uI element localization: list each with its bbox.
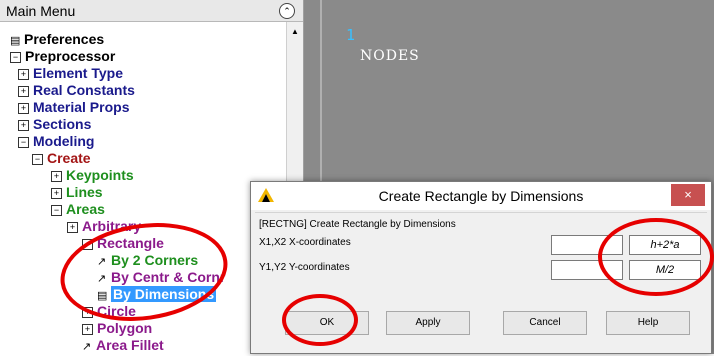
collapse-toggle-icon[interactable]: − — [10, 52, 21, 63]
help-button[interactable]: Help — [606, 311, 690, 335]
menu-item-preprocessor[interactable]: − Preprocessor — [10, 48, 115, 65]
menu-item-polygon[interactable]: + Polygon — [82, 320, 152, 337]
x2-input[interactable] — [629, 235, 701, 255]
window-number: 1 — [346, 26, 356, 44]
menu-item-element-type[interactable]: + Element Type — [18, 65, 123, 82]
menu-item-areas[interactable]: − Areas — [51, 201, 105, 218]
menu-item-modeling[interactable]: − Modeling — [18, 133, 94, 150]
menu-item-lines[interactable]: + Lines — [51, 184, 103, 201]
expand-toggle-icon[interactable]: + — [82, 307, 93, 318]
menu-item-by-2-corners[interactable]: ↗ By 2 Corners — [97, 252, 198, 269]
menu-item-rectangle[interactable]: − Rectangle — [82, 235, 164, 252]
main-menu-title: Main Menu — [6, 3, 76, 19]
menu-item-material-props[interactable]: + Material Props — [18, 99, 129, 116]
menu-item-area-fillet[interactable]: ↗ Area Fillet — [82, 337, 164, 354]
action-arrow-icon: ↗ — [82, 341, 92, 353]
menu-item-keypoints[interactable]: + Keypoints — [51, 167, 134, 184]
collapse-toggle-icon[interactable]: − — [32, 154, 43, 165]
expand-toggle-icon[interactable]: + — [18, 86, 29, 97]
expand-toggle-icon[interactable]: + — [67, 222, 78, 233]
y2-input[interactable] — [629, 260, 701, 280]
menu-item-by-dimensions[interactable]: ▤ By Dimensions — [97, 286, 217, 303]
dialog-title: Create Rectangle by Dimensions — [378, 188, 584, 204]
apply-button[interactable]: Apply — [386, 311, 470, 335]
command-header-label: [RECTNG] Create Rectangle by Dimensions — [259, 219, 456, 230]
cancel-button[interactable]: Cancel — [503, 311, 587, 335]
menu-item-arbitrary[interactable]: + Arbitrary — [67, 218, 141, 235]
expand-toggle-icon[interactable]: + — [82, 324, 93, 335]
menu-item-circle[interactable]: + Circle — [82, 303, 136, 320]
menu-item-preferences[interactable]: ▤ Preferences — [10, 31, 104, 48]
collapse-toggle-icon[interactable]: − — [18, 137, 29, 148]
collapse-icon[interactable]: ⌃ — [279, 3, 295, 19]
expand-toggle-icon[interactable]: + — [51, 188, 62, 199]
menu-item-by-centr-cornr[interactable]: ↗ By Centr & Cornr — [97, 269, 225, 286]
collapse-toggle-icon[interactable]: − — [82, 239, 93, 250]
menu-item-real-constants[interactable]: + Real Constants — [18, 82, 135, 99]
expand-toggle-icon[interactable]: + — [51, 171, 62, 182]
main-menu-header: Main Menu ⌃ — [0, 0, 303, 22]
y-coordinates-label: Y1,Y2 Y-coordinates — [259, 262, 350, 273]
menu-item-create[interactable]: − Create — [32, 150, 91, 167]
x1-input[interactable] — [551, 235, 623, 255]
y1-input[interactable] — [551, 260, 623, 280]
dialog-titlebar[interactable]: Create Rectangle by Dimensions × — [251, 182, 711, 210]
collapse-toggle-icon[interactable]: − — [51, 205, 62, 216]
expand-toggle-icon[interactable]: + — [18, 103, 29, 114]
ok-button[interactable]: OK — [285, 311, 369, 335]
graphics-title-label: NODES — [360, 48, 420, 64]
scroll-up-arrow-icon[interactable]: ▲ — [287, 24, 303, 40]
create-rectangle-dialog: Create Rectangle by Dimensions × [RECTNG… — [250, 181, 712, 354]
menu-item-sections[interactable]: + Sections — [18, 116, 91, 133]
expand-toggle-icon[interactable]: + — [18, 69, 29, 80]
dialog-body: [RECTNG] Create Rectangle by Dimensions … — [255, 212, 707, 351]
close-icon[interactable]: × — [671, 184, 705, 206]
x-coordinates-label: X1,X2 X-coordinates — [259, 237, 351, 248]
expand-toggle-icon[interactable]: + — [18, 120, 29, 131]
